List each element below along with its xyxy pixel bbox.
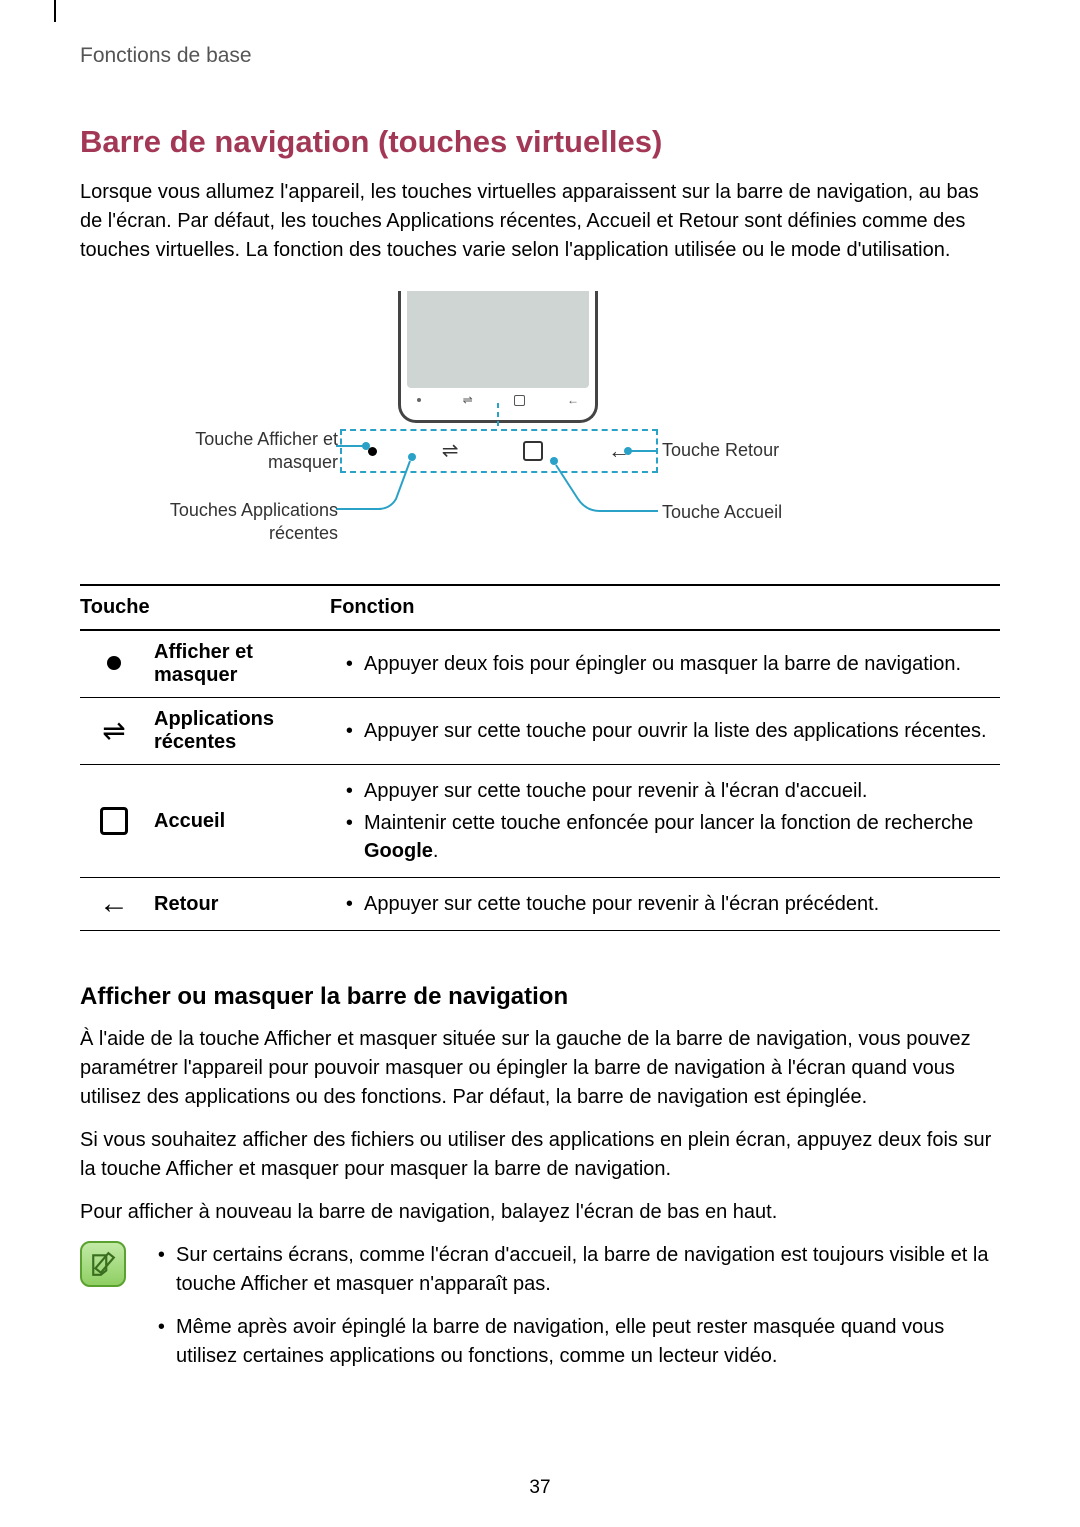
mini-dot-icon (417, 398, 421, 402)
fn-item: Appuyer deux fois pour épingler ou masqu… (364, 648, 994, 680)
crop-mark (54, 0, 56, 22)
col-header-key: Touche (80, 585, 330, 630)
fn-item: Maintenir cette touche enfoncée pour lan… (364, 807, 994, 867)
fn-item: Appuyer sur cette touche pour ouvrir la … (364, 715, 994, 747)
zoom-back-icon: ← (608, 438, 630, 464)
section-paragraph: Si vous souhaitez afficher des fichiers … (80, 1126, 1000, 1184)
intro-paragraph: Lorsque vous allumez l'appareil, les tou… (80, 178, 1000, 265)
phone-navbar: ⇌ ← (407, 390, 589, 410)
recents-icon: ⇌ (102, 717, 125, 745)
zoom-home-icon (523, 441, 543, 461)
home-icon (100, 807, 128, 835)
callout-recents: Touches Applications récentes (150, 499, 338, 544)
callout-show-hide: Touche Afficher et masquer (170, 428, 338, 473)
mini-recents-icon: ⇌ (463, 393, 473, 407)
page-title: Barre de navigation (touches virtuelles) (80, 124, 1000, 160)
section-paragraph: À l'aide de la touche Afficher et masque… (80, 1025, 1000, 1112)
table-row: ← Retour Appuyer sur cette touche pour r… (80, 878, 1000, 931)
zoom-recents-icon: ⇌ (442, 438, 459, 463)
phone-screen (407, 291, 589, 388)
key-name: Retour (148, 878, 330, 931)
callout-home: Touche Accueil (662, 501, 862, 524)
note-item: Sur certains écrans, comme l'écran d'acc… (176, 1241, 1000, 1299)
fn-item: Appuyer sur cette touche pour revenir à … (364, 888, 994, 920)
note-icon (80, 1241, 126, 1287)
page-number: 37 (0, 1477, 1080, 1499)
callout-back: Touche Retour (662, 439, 862, 462)
key-name: Afficher et masquer (148, 630, 330, 698)
note-block: Sur certains écrans, comme l'écran d'acc… (80, 1241, 1000, 1385)
section-heading: Afficher ou masquer la barre de navigati… (80, 983, 1000, 1011)
zoom-dot-icon (368, 447, 377, 456)
note-list: Sur certains écrans, comme l'écran d'acc… (148, 1241, 1000, 1385)
nav-keys-table: Touche Fonction Afficher et masquer Appu… (80, 584, 1000, 931)
mini-back-icon: ← (567, 393, 579, 407)
note-item: Même après avoir épinglé la barre de nav… (176, 1313, 1000, 1371)
phone-outline: ⇌ ← (398, 291, 598, 423)
section-paragraph: Pour afficher à nouveau la barre de navi… (80, 1198, 1000, 1227)
mini-home-icon (514, 395, 525, 406)
back-icon: ← (99, 889, 129, 919)
dot-icon (107, 656, 121, 670)
key-name: Accueil (148, 765, 330, 878)
fn-item: Appuyer sur cette touche pour revenir à … (364, 775, 994, 807)
nav-bar-zoom: ⇌ ← (340, 429, 658, 473)
key-name: Applications récentes (148, 698, 330, 765)
table-row: Accueil Appuyer sur cette touche pour re… (80, 765, 1000, 878)
col-header-fn: Fonction (330, 585, 1000, 630)
nav-bar-diagram: ⇌ ← ⇌ ← (80, 291, 1000, 556)
table-row: Afficher et masquer Appuyer deux fois po… (80, 630, 1000, 698)
breadcrumb: Fonctions de base (80, 44, 1000, 68)
table-row: ⇌ Applications récentes Appuyer sur cett… (80, 698, 1000, 765)
